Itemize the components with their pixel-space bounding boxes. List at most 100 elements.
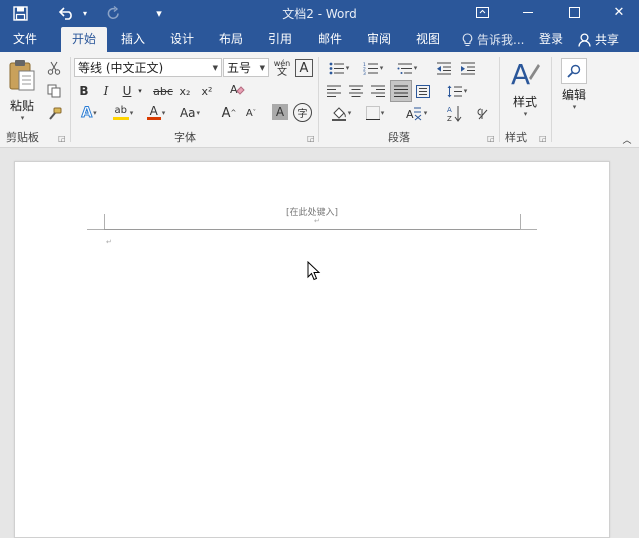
superscript-button[interactable]: x² — [198, 82, 216, 100]
svg-text:A: A — [230, 83, 238, 96]
chevron-down-icon: ▾ — [423, 109, 428, 117]
tab-mailings[interactable]: 邮件 — [310, 27, 350, 52]
redo-button[interactable] — [102, 3, 124, 23]
cut-button[interactable] — [44, 59, 64, 77]
bold-button[interactable]: B — [76, 82, 92, 100]
highlighter-icon: ab — [112, 106, 129, 120]
align-left-button[interactable] — [325, 82, 343, 100]
borders-button[interactable]: ▾ — [360, 104, 390, 122]
grow-font-button[interactable]: A ^ — [220, 104, 238, 122]
font-color-bar — [146, 117, 161, 120]
change-case-button[interactable]: Aa ▾ — [175, 104, 205, 122]
tab-view[interactable]: 视图 — [408, 27, 448, 52]
document-page[interactable]: [在此处键入] ↵ ↵ — [14, 161, 610, 538]
tell-me-text: 告诉我... — [477, 33, 525, 47]
numbering-button[interactable]: 123 ▾ — [358, 59, 388, 77]
chinese-layout-button[interactable]: A ▾ — [400, 104, 432, 122]
sort-icon: AZ — [447, 105, 462, 122]
underline-dropdown[interactable]: ▾ — [135, 82, 145, 100]
font-name-combobox[interactable]: 等线 (中文正文) ▼ — [74, 58, 222, 77]
login-button[interactable]: 登录 — [539, 27, 563, 52]
line-spacing-button[interactable]: ▾ — [442, 82, 472, 100]
underline-button[interactable]: U — [119, 82, 135, 100]
styles-group-label: 样式 — [505, 131, 527, 144]
tab-review[interactable]: 审阅 — [359, 27, 399, 52]
collapse-ribbon-button[interactable]: ︿ — [620, 130, 634, 148]
clipboard-launcher-icon[interactable]: ◲ — [58, 134, 66, 143]
sort-button[interactable]: AZ — [444, 103, 466, 123]
shading-button[interactable]: ▾ — [326, 104, 356, 122]
tell-me-box[interactable]: 告诉我... — [462, 27, 524, 52]
show-formatting-marks-button[interactable] — [474, 104, 492, 122]
decrease-indent-button[interactable] — [434, 59, 454, 77]
clipboard-group-label: 剪贴板 — [6, 131, 39, 144]
font-size-value: 五号 — [227, 61, 252, 75]
ribbon-display-options-button[interactable] — [459, 0, 505, 24]
minimize-button[interactable] — [505, 0, 551, 24]
bullets-button[interactable]: ▾ — [324, 59, 354, 77]
justify-icon — [394, 85, 408, 97]
subscript-button[interactable]: x₂ — [176, 82, 194, 100]
group-separator — [499, 57, 500, 142]
svg-text:A: A — [406, 108, 414, 121]
format-painter-button[interactable] — [44, 105, 64, 123]
align-center-button[interactable] — [347, 82, 365, 100]
chevron-down-icon: ▾ — [196, 109, 201, 117]
highlight-color-bar — [112, 117, 129, 120]
share-button[interactable]: 共享 — [578, 27, 619, 52]
strikethrough-button[interactable]: abc — [151, 82, 175, 100]
save-button[interactable] — [9, 3, 31, 23]
align-right-button[interactable] — [369, 82, 387, 100]
text-effects-button[interactable]: A ▾ — [76, 104, 102, 122]
undo-button[interactable] — [54, 3, 78, 23]
styles-gallery-button[interactable]: A 样式 ▾ — [506, 58, 544, 124]
increase-indent-button[interactable] — [458, 59, 478, 77]
paste-button[interactable]: 粘贴 ▾ — [5, 58, 39, 124]
character-shading-button[interactable]: A — [272, 104, 288, 120]
chevron-down-icon: ▾ — [380, 109, 385, 117]
increase-indent-icon — [461, 62, 475, 74]
customize-toolbar-button[interactable]: ▾ — [150, 3, 168, 23]
multilevel-list-button[interactable]: ▾ — [392, 59, 422, 77]
styles-label: 样式 — [512, 95, 537, 109]
chevron-down-icon: ▼ — [259, 64, 265, 72]
highlight-button[interactable]: ab ▾ — [107, 104, 139, 122]
person-icon — [578, 32, 591, 47]
paragraph-launcher-icon[interactable]: ◲ — [487, 134, 495, 143]
chevron-down-icon: ▾ — [161, 109, 166, 117]
phonetic-guide-button[interactable]: wén 文 — [272, 58, 292, 78]
tab-layout[interactable]: 布局 — [211, 27, 251, 52]
font-size-combobox[interactable]: 五号 ▼ — [223, 58, 269, 77]
tab-file[interactable]: 文件 — [4, 27, 46, 52]
group-separator — [70, 57, 71, 142]
tab-home[interactable]: 开始 — [61, 27, 107, 52]
paragraph-mark: ↵ — [106, 238, 112, 246]
svg-text:A: A — [447, 106, 452, 114]
paintbrush-icon — [48, 107, 61, 120]
paragraph-mark: ↵ — [314, 217, 320, 225]
shrink-font-button[interactable]: Aˇ — [242, 104, 260, 122]
copy-button[interactable] — [44, 82, 64, 100]
distributed-align-button[interactable] — [414, 82, 432, 100]
character-border-button[interactable]: A — [295, 59, 313, 77]
styles-launcher-icon[interactable]: ◲ — [539, 134, 547, 143]
tab-insert[interactable]: 插入 — [113, 27, 153, 52]
crop-mark — [520, 214, 521, 230]
editing-dropdown-arrow: ▾ — [572, 103, 577, 111]
tab-references[interactable]: 引用 — [260, 27, 300, 52]
enclose-characters-button[interactable]: 字 — [293, 103, 312, 122]
document-area[interactable]: [在此处键入] ↵ ↵ — [0, 148, 639, 538]
font-color-button[interactable]: A ▾ — [142, 104, 170, 122]
italic-button[interactable]: I — [98, 82, 114, 100]
justify-button[interactable] — [390, 80, 412, 102]
clear-formatting-button[interactable]: A — [226, 81, 248, 99]
undo-dropdown[interactable]: ▾ — [79, 3, 91, 23]
svg-text:A: A — [511, 58, 530, 90]
ribbon: 粘贴 ▾ 剪贴板 ◲ 等线 (中文正文) ▼ 五号 ▼ wén 文 A B I … — [0, 52, 639, 148]
close-button[interactable]: ✕ — [596, 0, 639, 24]
search-icon — [567, 64, 581, 78]
tab-design[interactable]: 设计 — [162, 27, 202, 52]
maximize-button[interactable] — [551, 0, 597, 24]
editing-button[interactable]: 编辑 ▾ — [556, 58, 592, 124]
font-launcher-icon[interactable]: ◲ — [307, 134, 315, 143]
